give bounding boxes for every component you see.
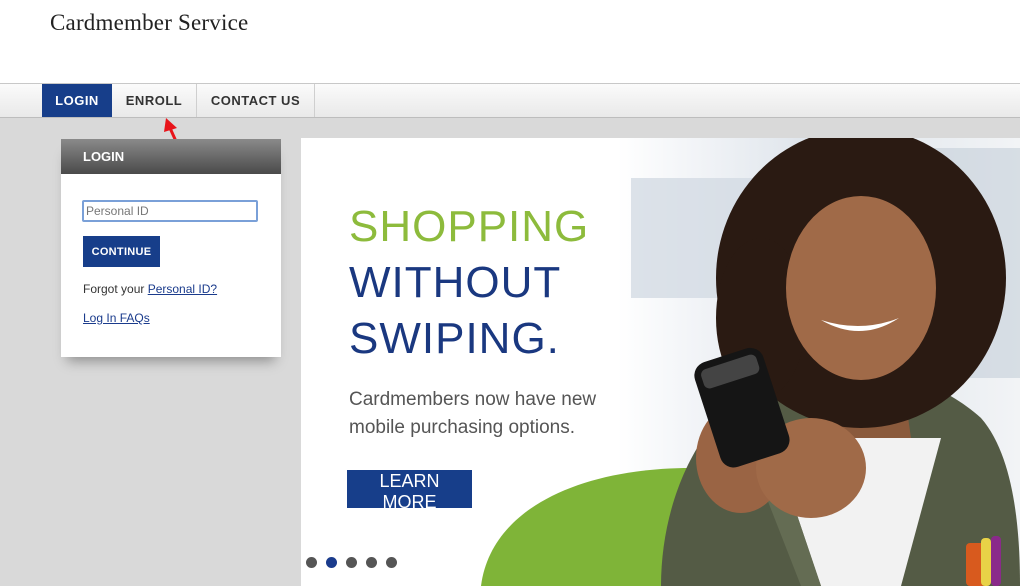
main-nav: LOGIN ENROLL CONTACT US <box>0 84 1020 118</box>
carousel-dot[interactable] <box>306 557 317 568</box>
carousel-dots <box>306 557 397 568</box>
tab-enroll[interactable]: ENROLL <box>112 84 197 117</box>
faqs-wrapper: Log In FAQs <box>83 311 150 325</box>
brand-logo[interactable]: Cardmember Service <box>50 10 248 36</box>
carousel-dot[interactable] <box>366 557 377 568</box>
carousel-dot[interactable] <box>326 557 337 568</box>
tab-contact-us[interactable]: CONTACT US <box>197 84 315 117</box>
headline-swiping: SWIPING. <box>349 314 560 363</box>
continue-button[interactable]: CONTINUE <box>83 236 160 267</box>
carousel-dot[interactable] <box>386 557 397 568</box>
header: Cardmember Service <box>0 0 1020 84</box>
forgot-prefix: Forgot your <box>83 282 148 296</box>
headline-without: WITHOUT <box>349 258 562 307</box>
carousel-dot[interactable] <box>346 557 357 568</box>
forgot-personal-id-link[interactable]: Personal ID? <box>148 282 217 296</box>
login-faqs-link[interactable]: Log In FAQs <box>83 311 150 325</box>
tab-login[interactable]: LOGIN <box>42 84 112 117</box>
learn-more-button[interactable]: LEARN MORE <box>347 470 472 512</box>
personal-id-input[interactable] <box>82 200 258 222</box>
banner-subtext-line-1: Cardmembers now have new <box>349 389 597 410</box>
promo-banner: SHOPPING WITHOUT SWIPING. Cardmembers no… <box>301 138 1020 586</box>
login-panel: LOGIN CONTINUE Forgot your Personal ID? … <box>61 139 281 357</box>
headline-shopping: SHOPPING <box>349 202 590 251</box>
banner-subtext: Cardmembers now have new mobile purchasi… <box>349 386 596 442</box>
banner-subtext-line-2: mobile purchasing options. <box>349 417 576 438</box>
forgot-id-text: Forgot your Personal ID? <box>83 282 217 296</box>
login-panel-title: LOGIN <box>61 139 281 174</box>
